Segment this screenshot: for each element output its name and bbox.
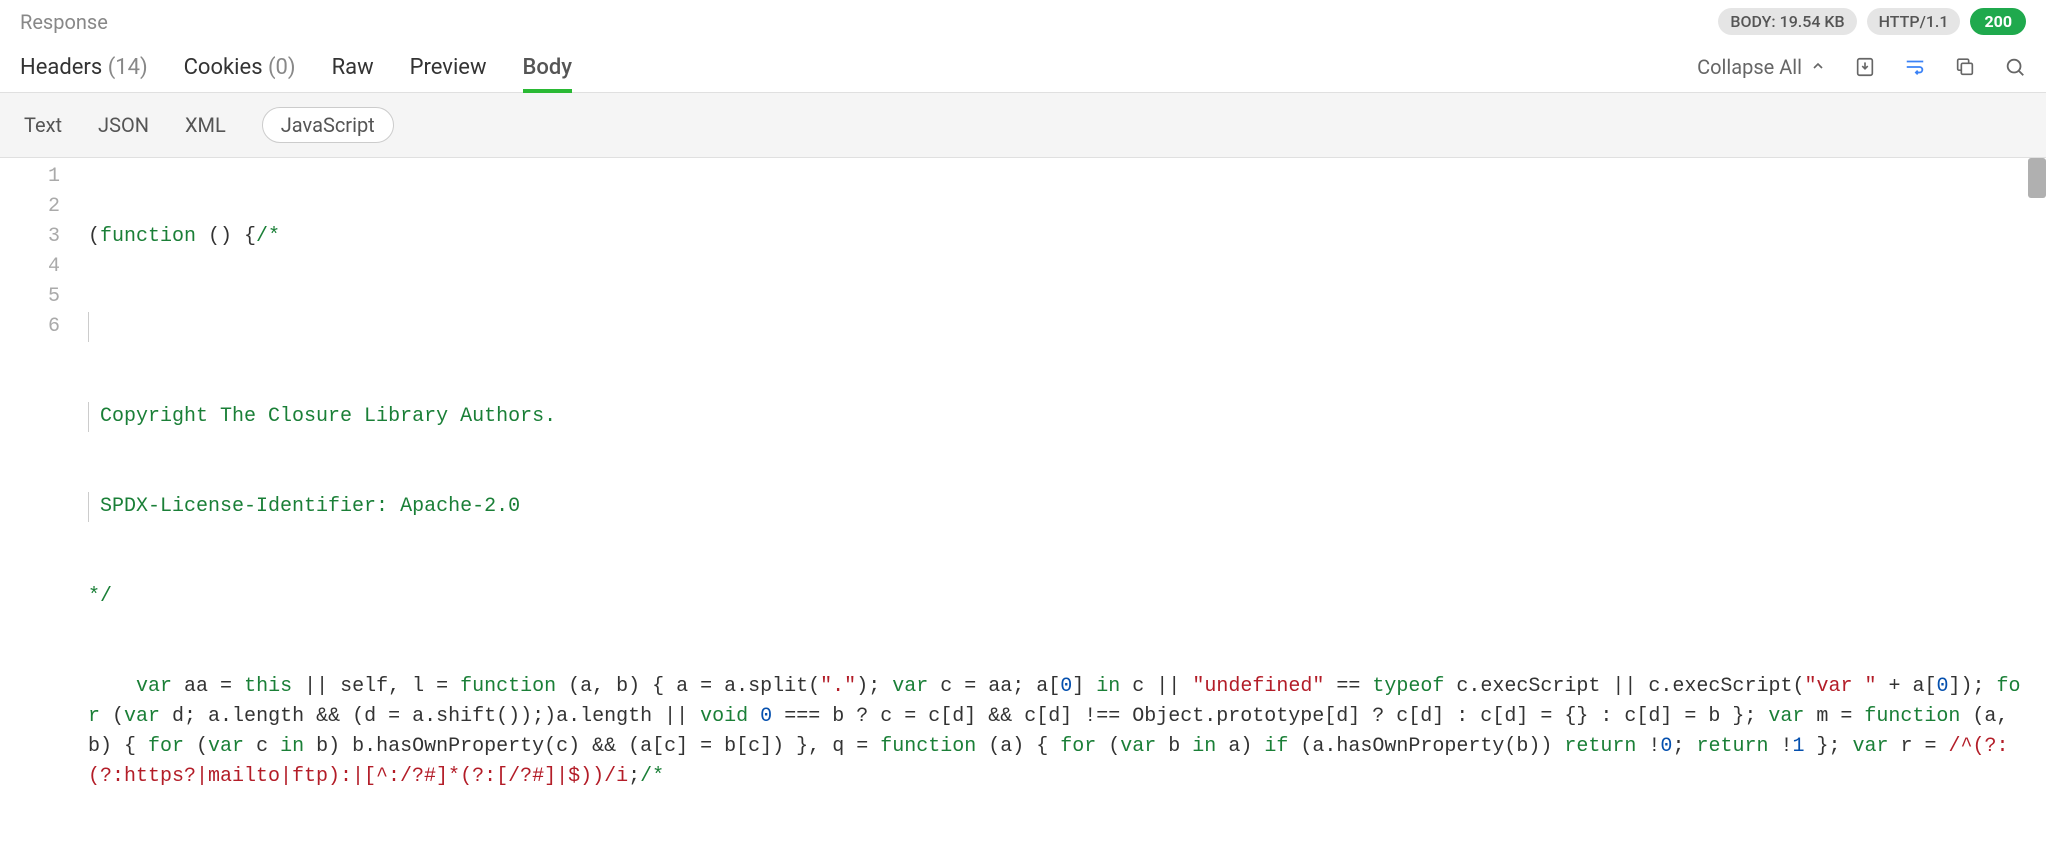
tab-cookies-count: (0) (268, 55, 296, 80)
line-number: 2 (0, 192, 60, 222)
response-tabs: Headers (14) Cookies (0) Raw Preview Bod… (20, 41, 572, 92)
format-subtabs: Text JSON XML JavaScript (0, 93, 2046, 158)
status-group: BODY: 19.54 KB HTTP/1.1 200 (1718, 8, 2026, 35)
scrollbar-thumb[interactable] (2028, 158, 2046, 198)
line-number: 6 (0, 312, 60, 342)
code-line: SPDX-License-Identifier: Apache-2.0 (88, 492, 2026, 522)
status-code-badge: 200 (1970, 8, 2026, 35)
code-line: (function () {/* (88, 222, 2026, 252)
search-icon[interactable] (2004, 56, 2026, 78)
tab-headers-label: Headers (20, 55, 102, 80)
download-icon[interactable] (1854, 56, 1876, 78)
copy-icon[interactable] (1954, 56, 1976, 78)
code-line: var aa = this || self, l = function (a, … (88, 672, 2026, 792)
tab-body[interactable]: Body (523, 41, 573, 92)
collapse-all-button[interactable]: Collapse All (1697, 55, 1826, 79)
tab-cookies-label: Cookies (184, 55, 263, 80)
tab-headers[interactable]: Headers (14) (20, 41, 148, 92)
line-number: 5 (0, 282, 60, 312)
subtab-javascript[interactable]: JavaScript (262, 107, 394, 143)
collapse-all-label: Collapse All (1697, 55, 1802, 79)
wrap-lines-icon[interactable] (1904, 56, 1926, 78)
line-gutter: 1 2 3 4 5 6 (0, 158, 80, 856)
subtab-xml[interactable]: XML (185, 113, 226, 137)
actions-group: Collapse All (1697, 55, 2026, 79)
code-editor[interactable]: 1 2 3 4 5 6 (function () {/* Copyright T… (0, 158, 2046, 856)
tab-raw[interactable]: Raw (332, 41, 374, 92)
body-size-badge: BODY: 19.54 KB (1718, 8, 1856, 35)
tab-headers-count: (14) (108, 55, 148, 80)
subtab-json[interactable]: JSON (98, 113, 149, 137)
section-title: Response (20, 10, 108, 34)
line-number: 3 (0, 222, 60, 252)
tab-preview[interactable]: Preview (410, 41, 487, 92)
line-number: 4 (0, 252, 60, 282)
tab-cookies[interactable]: Cookies (0) (184, 41, 296, 92)
code-line: */ (88, 582, 2026, 612)
code-line: Copyright The Closure Library Authors. (88, 402, 2026, 432)
line-number: 1 (0, 162, 60, 192)
code-content[interactable]: (function () {/* Copyright The Closure L… (80, 158, 2046, 856)
subtab-text[interactable]: Text (24, 113, 62, 137)
chevron-up-icon (1810, 55, 1826, 79)
code-line (88, 312, 2026, 342)
protocol-badge: HTTP/1.1 (1867, 8, 1961, 35)
